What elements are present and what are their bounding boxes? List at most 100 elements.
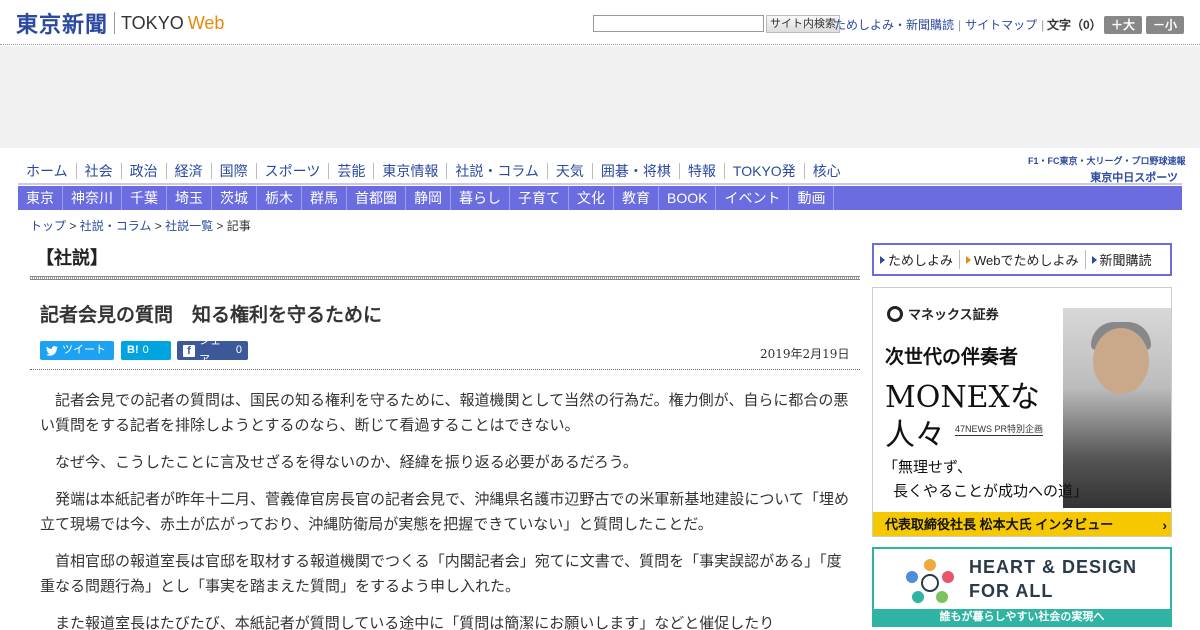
site-header: 東京新聞 TOKYO Web サイト内検索 ためしよみ・新聞購読 | サイトマッ… bbox=[0, 0, 1200, 45]
nav-item-special[interactable]: 特報 bbox=[678, 163, 724, 179]
heart-design-logo-icon bbox=[906, 559, 954, 603]
article-paragraph: 首相官邸の報道室長は官邸を取材する報道機関でつくる「内閣記者会」宛てに文書で、質… bbox=[40, 552, 842, 595]
triangle-icon bbox=[1091, 255, 1097, 264]
region-item[interactable]: 栃木 bbox=[257, 186, 302, 210]
monex-pr-label: 47NEWS PR特別企画 bbox=[955, 424, 1044, 436]
nav-item-entertainment[interactable]: 芸能 bbox=[328, 163, 373, 179]
nav-item-go-shogi[interactable]: 囲碁・将棋 bbox=[591, 163, 679, 179]
nav-item-editorial[interactable]: 社説・コラム bbox=[446, 163, 547, 179]
monex-quote-2: 長くやることが成功への道」 bbox=[893, 482, 1089, 500]
subscribe-link-web-trial[interactable]: Webでためしよみ bbox=[959, 250, 1085, 269]
hatena-bookmark-button[interactable]: B! 0 bbox=[121, 341, 171, 360]
region-item[interactable]: イベント bbox=[716, 186, 790, 210]
nav-item-weather[interactable]: 天気 bbox=[546, 163, 592, 179]
site-logo[interactable]: 東京新聞 TOKYO Web bbox=[16, 10, 225, 38]
nav-item-core[interactable]: 核心 bbox=[803, 163, 849, 179]
heart-design-band: 誰もが暮らしやすい社会の実現へ bbox=[874, 609, 1170, 625]
nav-item-home[interactable]: ホーム bbox=[18, 163, 76, 179]
regional-nav: 東京 神奈川 千葉 埼玉 茨城 栃木 群馬 首都圏 静岡 暮らし 子育て 文化 … bbox=[18, 186, 1182, 210]
font-decrease-button[interactable]: －小 bbox=[1146, 16, 1184, 34]
facebook-icon: f bbox=[183, 344, 195, 357]
heart-design-title-2: FOR ALL bbox=[969, 581, 1054, 601]
breadcrumb-editorial-list[interactable]: 社説一覧 bbox=[165, 219, 213, 233]
nav-divider bbox=[18, 183, 1182, 185]
nav-item-tokyo-hatsu[interactable]: TOKYO発 bbox=[723, 163, 804, 179]
heart-design-ad-banner[interactable]: HEART & DESIGN FOR ALL 誰もが暮らしやすい社会の実現へ bbox=[872, 547, 1172, 627]
twitter-share-button[interactable]: ツイート bbox=[40, 341, 114, 360]
nav-item-sports[interactable]: スポーツ bbox=[255, 163, 329, 179]
facebook-share-button[interactable]: f シェア 0 bbox=[177, 335, 248, 366]
chevron-right-icon: › bbox=[1162, 517, 1167, 533]
article-divider bbox=[30, 369, 860, 370]
region-item[interactable]: 子育て bbox=[510, 186, 569, 210]
breadcrumb-separator: > bbox=[69, 219, 77, 233]
sports-banner[interactable]: F1・FC東京・大リーグ・プロ野球速報 東京中日スポーツ bbox=[1028, 154, 1186, 184]
region-item[interactable]: 茨城 bbox=[212, 186, 257, 210]
monex-quote-1: 「無理せず、 bbox=[883, 458, 972, 476]
monex-headline-1: 次世代の伴奏者 bbox=[885, 346, 1019, 368]
region-item[interactable]: 群馬 bbox=[302, 186, 347, 210]
logo-web: Web bbox=[187, 12, 225, 33]
facebook-share-label: シェア bbox=[198, 334, 221, 366]
region-item[interactable]: 文化 bbox=[569, 186, 614, 210]
region-item[interactable]: 教育 bbox=[614, 186, 659, 210]
article-body: 記者会見での記者の質問は、国民の知る権利を守るために、報道機関として当然の行為だ… bbox=[40, 388, 850, 630]
link-separator: | bbox=[1041, 17, 1045, 32]
monex-cta-title: 代表取締役社長 bbox=[885, 517, 977, 532]
section-title: 【社説】 bbox=[36, 248, 108, 268]
subscribe-link-label: Webでためしよみ bbox=[974, 253, 1079, 268]
monex-brand: マネックス証券 bbox=[887, 304, 999, 323]
region-item[interactable]: BOOK bbox=[659, 186, 717, 210]
font-increase-button[interactable]: ＋大 bbox=[1104, 16, 1142, 34]
subscribe-link-subscribe[interactable]: 新聞購読 bbox=[1084, 250, 1158, 269]
sports-banner-line1: F1・FC東京・大リーグ・プロ野球速報 bbox=[1028, 156, 1186, 166]
region-item[interactable]: 暮らし bbox=[451, 186, 510, 210]
region-item[interactable]: 静岡 bbox=[406, 186, 451, 210]
breadcrumb: トップ > 社説・コラム > 社説一覧 > 記事 bbox=[30, 217, 251, 234]
region-item[interactable]: 動画 bbox=[789, 186, 835, 210]
region-item[interactable]: 東京 bbox=[18, 186, 63, 210]
article-title: 記者会見の質問 知る権利を守るために bbox=[40, 305, 383, 326]
twitter-share-label: ツイート bbox=[62, 344, 106, 356]
article-paragraph: 発端は本紙記者が昨年十二月、菅義偉官房長官の記者会見で、沖縄県名護市辺野古での米… bbox=[40, 490, 849, 533]
nav-item-international[interactable]: 国際 bbox=[210, 163, 256, 179]
region-item[interactable]: 首都圏 bbox=[347, 186, 406, 210]
nav-item-tokyo-info[interactable]: 東京情報 bbox=[373, 163, 446, 179]
section-divider bbox=[30, 276, 860, 280]
header-link-sitemap[interactable]: サイトマップ bbox=[965, 16, 1037, 33]
header-links: ためしよみ・新聞購読 | サイトマップ | bbox=[834, 16, 1048, 33]
breadcrumb-separator: > bbox=[216, 219, 224, 233]
region-item[interactable]: 神奈川 bbox=[63, 186, 122, 210]
breadcrumb-current: 記事 bbox=[226, 219, 251, 233]
monex-logo-icon bbox=[887, 305, 903, 322]
breadcrumb-editorial[interactable]: 社説・コラム bbox=[80, 219, 152, 233]
header-link-subscribe[interactable]: ためしよみ・新聞購読 bbox=[834, 16, 954, 33]
region-item[interactable]: 埼玉 bbox=[167, 186, 212, 210]
font-size-label: 文字（0） bbox=[1047, 18, 1102, 32]
subscribe-box: ためしよみ Webでためしよみ 新聞購読 bbox=[872, 243, 1172, 276]
monex-brand-name: マネックス証券 bbox=[908, 307, 999, 322]
link-separator: | bbox=[958, 17, 962, 32]
breadcrumb-top[interactable]: トップ bbox=[30, 219, 66, 233]
portrait-head bbox=[1093, 328, 1149, 394]
primary-nav: ホーム 社会 政治 経済 国際 スポーツ 芸能 東京情報 社説・コラム 天気 囲… bbox=[18, 159, 1018, 183]
article-paragraph: なぜ今、こうしたことに言及せざるを得ないのか、経緯を振り返る必要があるだろう。 bbox=[55, 453, 638, 471]
logo-tokyo: TOKYO bbox=[121, 12, 184, 33]
search-button[interactable]: サイト内検索 bbox=[766, 15, 840, 33]
subscribe-link-trial[interactable]: ためしよみ bbox=[880, 250, 959, 269]
subscribe-link-label: ためしよみ bbox=[888, 253, 954, 268]
facebook-count: 0 bbox=[235, 344, 242, 356]
region-item[interactable]: 千葉 bbox=[122, 186, 167, 210]
monex-cta-name: 松本大氏 インタビュー bbox=[979, 517, 1114, 532]
nav-item-politics[interactable]: 政治 bbox=[120, 163, 166, 179]
search-input[interactable] bbox=[593, 15, 764, 32]
monex-ad-banner[interactable]: マネックス証券 次世代の伴奏者 MONEXな 人々 47NEWS PR特別企画 … bbox=[872, 287, 1172, 537]
logo-japanese: 東京新聞 bbox=[16, 12, 109, 38]
heart-design-title-1: HEART & DESIGN bbox=[969, 557, 1138, 577]
nav-item-society[interactable]: 社会 bbox=[75, 163, 121, 179]
subscribe-link-label: 新聞購読 bbox=[1099, 253, 1152, 268]
article-paragraph: また報道室長はたびたび、本紙記者が質問している途中に「質問は簡潔にお願いします」… bbox=[55, 614, 775, 630]
monex-cta-bar[interactable]: 代表取締役社長 松本大氏 インタビュー › bbox=[873, 512, 1171, 536]
nav-item-economy[interactable]: 経済 bbox=[165, 163, 211, 179]
twitter-icon bbox=[46, 345, 58, 356]
